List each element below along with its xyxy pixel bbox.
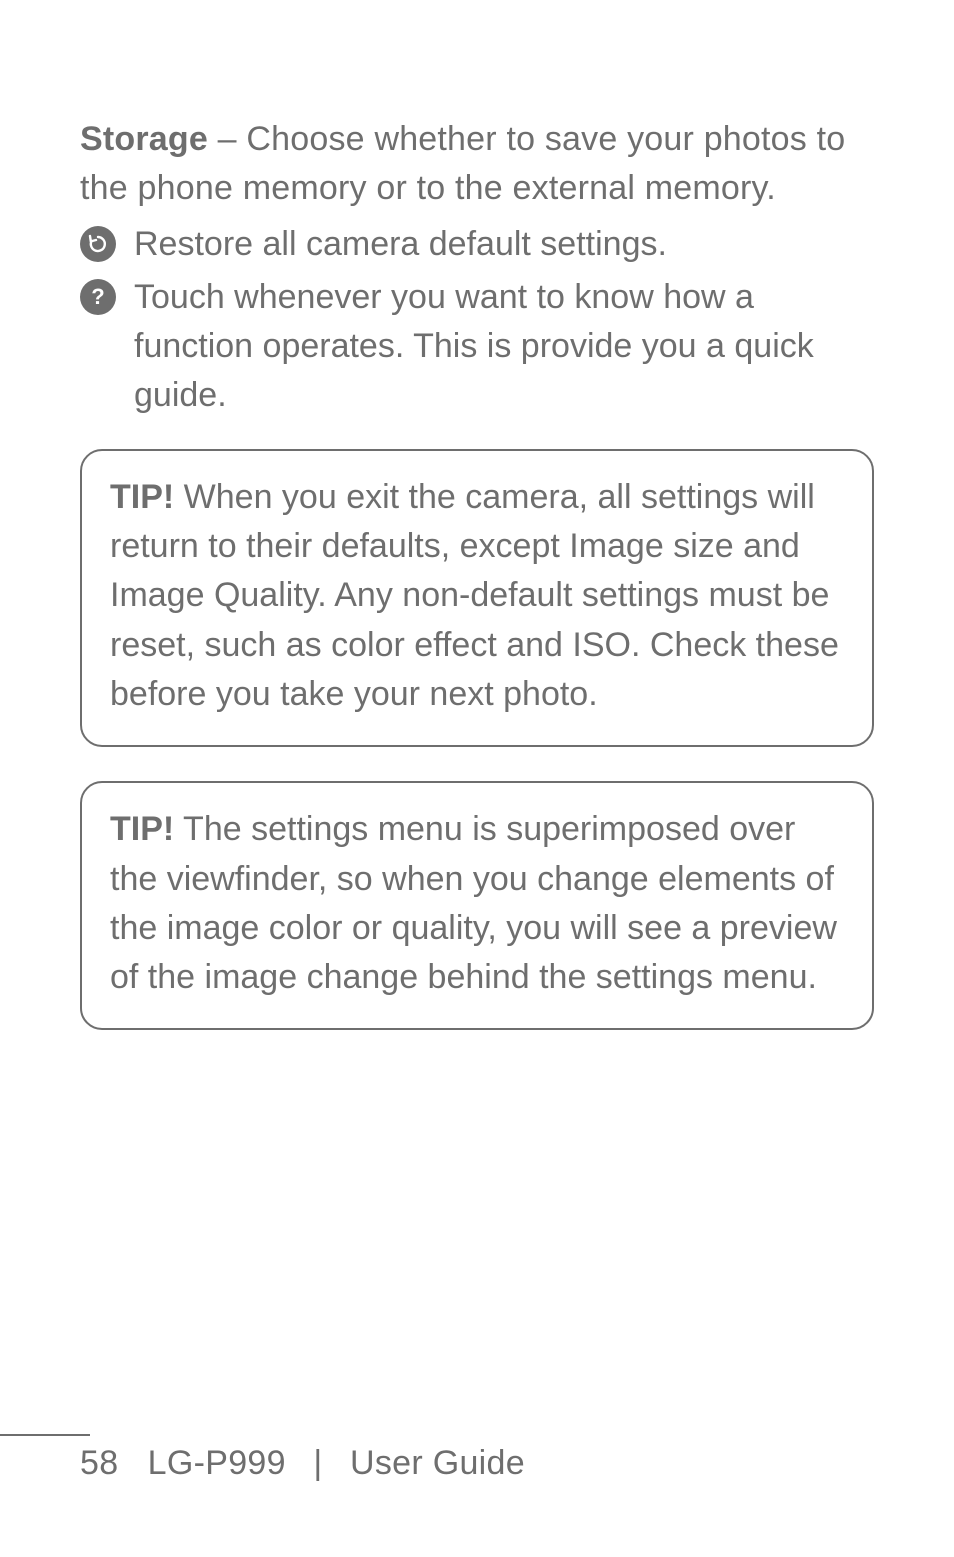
tip-box-1: TIP! When you exit the camera, all setti… bbox=[80, 449, 874, 747]
doc-title: User Guide bbox=[350, 1444, 525, 1482]
page-number: 58 bbox=[80, 1444, 118, 1482]
footer-separator: | bbox=[305, 1444, 330, 1483]
tip-box-2: TIP! The settings menu is superimposed o… bbox=[80, 781, 874, 1030]
page-footer: 58 LG-P999 | User Guide bbox=[0, 1444, 954, 1483]
tip1-label: TIP! bbox=[110, 478, 174, 516]
help-row: ? Touch whenever you want to know how a … bbox=[80, 273, 874, 421]
storage-label: Storage bbox=[80, 120, 208, 158]
restore-icon-cell bbox=[80, 220, 134, 262]
model-name: LG-P999 bbox=[148, 1444, 286, 1482]
manual-page: Storage – Choose whether to save your ph… bbox=[0, 0, 954, 1557]
reset-icon bbox=[80, 226, 116, 262]
tip2-text: The settings menu is superimposed over t… bbox=[110, 810, 837, 996]
restore-text: Restore all camera default settings. bbox=[134, 220, 874, 269]
help-icon: ? bbox=[80, 279, 116, 315]
footer-rule bbox=[0, 1434, 90, 1436]
footer-line: 58 LG-P999 | User Guide bbox=[80, 1444, 525, 1482]
tip1-text: When you exit the camera, all settings w… bbox=[110, 478, 839, 713]
help-icon-cell: ? bbox=[80, 273, 134, 315]
storage-paragraph: Storage – Choose whether to save your ph… bbox=[80, 115, 874, 214]
restore-row: Restore all camera default settings. bbox=[80, 220, 874, 269]
tip2-label: TIP! bbox=[110, 810, 174, 848]
reset-icon-svg bbox=[86, 232, 110, 256]
help-text: Touch whenever you want to know how a fu… bbox=[134, 273, 874, 421]
